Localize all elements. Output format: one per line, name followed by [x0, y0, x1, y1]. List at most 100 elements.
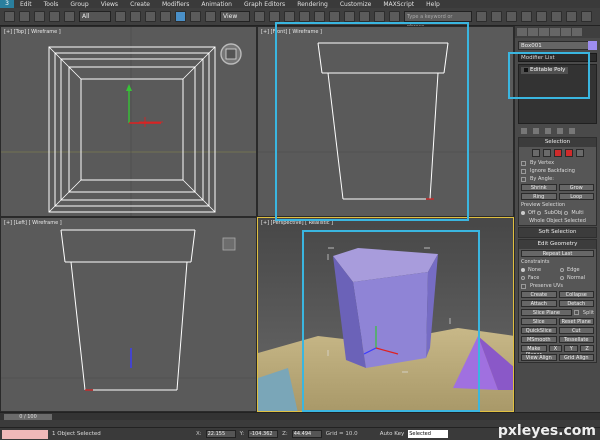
redo-icon[interactable]	[19, 11, 30, 22]
viewport-top-label[interactable]: [+] [Top] [ Wireframe ]	[4, 29, 61, 35]
viewport-front-label[interactable]: [+] [Front] [ Wireframe ]	[261, 29, 322, 35]
schematic-view-icon[interactable]	[521, 11, 532, 22]
snaps-toggle-icon[interactable]	[299, 11, 310, 22]
menu-edit[interactable]: Edit	[14, 1, 38, 8]
reset-plane-button[interactable]: Reset Plane	[558, 318, 594, 325]
maxscript-listener[interactable]	[2, 429, 48, 439]
viewport-front[interactable]: [+] [Front] [ Wireframe ]	[257, 26, 514, 217]
spinner-snap-icon[interactable]	[344, 11, 355, 22]
x-coordinate-field[interactable]: 22.155	[205, 430, 236, 438]
subobj-radio[interactable]	[537, 211, 542, 215]
viewport-top[interactable]: [+] [Top] [ Wireframe ]	[0, 26, 257, 217]
percent-snap-icon[interactable]	[329, 11, 340, 22]
app-logo-icon[interactable]: 3	[0, 0, 14, 8]
select-object-icon[interactable]	[115, 11, 126, 22]
stack-item-editable-poly[interactable]: Editable Poly	[521, 67, 569, 74]
menu-rendering[interactable]: Rendering	[291, 1, 334, 8]
object-name-field[interactable]: Box001	[518, 41, 597, 50]
object-color-swatch[interactable]	[588, 41, 597, 50]
element-mode-icon[interactable]	[575, 149, 584, 157]
select-scale-icon[interactable]	[205, 11, 216, 22]
time-slider[interactable]: 0 / 100	[0, 412, 600, 420]
grow-button[interactable]: Grow	[558, 184, 594, 191]
edge-mode-icon[interactable]	[542, 149, 551, 157]
cut-button[interactable]: Cut	[558, 327, 594, 334]
viewport-left[interactable]: [+] [Left] [ Wireframe ]	[0, 217, 257, 412]
attach-button[interactable]: Attach	[521, 300, 557, 307]
quickslice-button[interactable]: QuickSlice	[521, 327, 557, 334]
select-by-name-icon[interactable]	[130, 11, 141, 22]
z-coordinate-field[interactable]: 44.494	[291, 430, 322, 438]
bind-space-warp-icon[interactable]	[64, 11, 75, 22]
layer-manager-icon[interactable]	[476, 11, 487, 22]
angle-snap-icon[interactable]	[314, 11, 325, 22]
menu-help[interactable]: Help	[420, 1, 446, 8]
undo-icon[interactable]	[4, 11, 15, 22]
make-unique-icon[interactable]	[545, 128, 551, 134]
vertex-mode-icon[interactable]	[531, 149, 540, 157]
view-align-button[interactable]: View Align	[521, 354, 557, 361]
display-tab-icon[interactable]	[561, 28, 571, 36]
selection-filter-dropdown[interactable]: All	[79, 11, 111, 22]
viewport-left-label[interactable]: [+] [Left] [ Wireframe ]	[4, 220, 62, 226]
configure-modifier-icon[interactable]	[569, 128, 575, 134]
menu-tools[interactable]: Tools	[38, 1, 65, 8]
menu-animation[interactable]: Animation	[195, 1, 238, 8]
key-filter-dropdown[interactable]: Selected	[408, 430, 449, 438]
multi-radio[interactable]	[564, 211, 569, 215]
menu-graph-editors[interactable]: Graph Editors	[238, 1, 291, 8]
slice-button[interactable]: Slice	[521, 318, 557, 325]
curve-editor-icon[interactable]	[506, 11, 517, 22]
pivot-center-icon[interactable]	[254, 11, 265, 22]
render-frame-icon[interactable]	[566, 11, 577, 22]
collapse-button[interactable]: Collapse	[558, 291, 594, 298]
select-manipulate-icon[interactable]	[269, 11, 280, 22]
named-selection-icon[interactable]	[359, 11, 370, 22]
utilities-tab-icon[interactable]	[572, 28, 582, 36]
rectangular-selection-icon[interactable]	[145, 11, 156, 22]
by-vertex-checkbox[interactable]	[521, 160, 526, 166]
auto-key-button[interactable]: Auto Key	[380, 431, 405, 437]
y-coordinate-field[interactable]: -104.362	[248, 430, 279, 438]
soft-selection-title[interactable]: Soft Selection	[519, 228, 596, 237]
none-radio[interactable]	[521, 268, 525, 272]
render-production-icon[interactable]	[581, 11, 592, 22]
menu-customize[interactable]: Customize	[334, 1, 378, 8]
loop-button[interactable]: Loop	[558, 193, 594, 200]
slice-plane-button[interactable]: Slice Plane	[521, 309, 572, 316]
polygon-mode-icon[interactable]	[564, 149, 573, 157]
ring-button[interactable]: Ring	[521, 193, 557, 200]
keyboard-shortcut-icon[interactable]	[284, 11, 295, 22]
menu-modifiers[interactable]: Modifiers	[156, 1, 195, 8]
select-rotate-icon[interactable]	[190, 11, 201, 22]
modifier-list-dropdown[interactable]: Modifier List	[518, 53, 597, 62]
face-radio[interactable]	[521, 276, 525, 280]
ignore-backfacing-checkbox[interactable]	[521, 168, 526, 174]
modify-tab-icon[interactable]	[528, 28, 538, 36]
search-input[interactable]: Type a keyword or phrase	[404, 11, 472, 30]
menu-views[interactable]: Views	[95, 1, 124, 8]
viewport-perspective-label[interactable]: [+] [Perspective] [ Realistic ]	[261, 220, 333, 226]
select-move-icon[interactable]	[175, 11, 186, 22]
menu-group[interactable]: Group	[64, 1, 94, 8]
x-button[interactable]: X	[548, 345, 563, 352]
off-radio[interactable]	[521, 211, 525, 215]
window-crossing-icon[interactable]	[160, 11, 171, 22]
reference-coordinate-dropdown[interactable]: View	[220, 11, 250, 22]
preserve-uvs-checkbox[interactable]	[521, 283, 526, 289]
normal-radio[interactable]	[560, 276, 564, 280]
make-planar-button[interactable]: Make Planar	[521, 345, 547, 358]
selection-rollout-title[interactable]: Selection	[519, 138, 596, 147]
split-checkbox[interactable]	[573, 310, 579, 315]
edit-geometry-title[interactable]: Edit Geometry	[519, 240, 596, 249]
create-button[interactable]: Create	[521, 291, 557, 298]
hierarchy-tab-icon[interactable]	[539, 28, 549, 36]
by-angle-checkbox[interactable]	[521, 176, 526, 182]
pin-stack-icon[interactable]	[521, 128, 527, 134]
show-end-result-icon[interactable]	[533, 128, 539, 134]
material-editor-icon[interactable]	[536, 11, 547, 22]
grid-align-button[interactable]: Grid Align	[558, 354, 594, 361]
border-mode-icon[interactable]	[553, 149, 562, 157]
graphite-tools-icon[interactable]	[491, 11, 502, 22]
z-button[interactable]: Z	[580, 345, 594, 352]
